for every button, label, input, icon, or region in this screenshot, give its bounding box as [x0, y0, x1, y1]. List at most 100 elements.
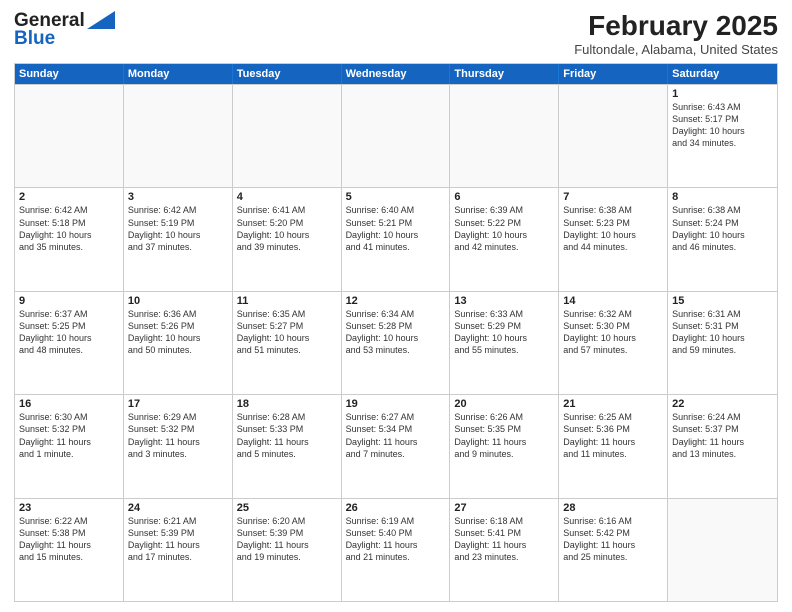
logo-icon	[87, 11, 115, 29]
day-number: 24	[128, 502, 228, 514]
day-info: Sunrise: 6:31 AM Sunset: 5:31 PM Dayligh…	[672, 308, 773, 357]
day-cell-2: 2Sunrise: 6:42 AM Sunset: 5:18 PM Daylig…	[15, 188, 124, 290]
empty-cell-0-4	[450, 85, 559, 187]
day-cell-26: 26Sunrise: 6:19 AM Sunset: 5:40 PM Dayli…	[342, 499, 451, 601]
day-info: Sunrise: 6:16 AM Sunset: 5:42 PM Dayligh…	[563, 515, 663, 564]
calendar: SundayMondayTuesdayWednesdayThursdayFrid…	[14, 63, 778, 602]
weekday-header-tuesday: Tuesday	[233, 64, 342, 84]
day-info: Sunrise: 6:42 AM Sunset: 5:19 PM Dayligh…	[128, 204, 228, 253]
month-title: February 2025	[574, 10, 778, 42]
day-info: Sunrise: 6:20 AM Sunset: 5:39 PM Dayligh…	[237, 515, 337, 564]
day-info: Sunrise: 6:29 AM Sunset: 5:32 PM Dayligh…	[128, 411, 228, 460]
day-info: Sunrise: 6:32 AM Sunset: 5:30 PM Dayligh…	[563, 308, 663, 357]
logo: General Blue	[14, 10, 115, 50]
day-number: 27	[454, 502, 554, 514]
day-cell-8: 8Sunrise: 6:38 AM Sunset: 5:24 PM Daylig…	[668, 188, 777, 290]
day-cell-9: 9Sunrise: 6:37 AM Sunset: 5:25 PM Daylig…	[15, 292, 124, 394]
empty-cell-0-1	[124, 85, 233, 187]
calendar-row-0: 1Sunrise: 6:43 AM Sunset: 5:17 PM Daylig…	[15, 84, 777, 187]
day-number: 23	[19, 502, 119, 514]
day-number: 20	[454, 398, 554, 410]
day-cell-11: 11Sunrise: 6:35 AM Sunset: 5:27 PM Dayli…	[233, 292, 342, 394]
weekday-header-friday: Friday	[559, 64, 668, 84]
day-info: Sunrise: 6:40 AM Sunset: 5:21 PM Dayligh…	[346, 204, 446, 253]
day-info: Sunrise: 6:42 AM Sunset: 5:18 PM Dayligh…	[19, 204, 119, 253]
day-number: 13	[454, 295, 554, 307]
day-cell-10: 10Sunrise: 6:36 AM Sunset: 5:26 PM Dayli…	[124, 292, 233, 394]
day-number: 28	[563, 502, 663, 514]
day-info: Sunrise: 6:36 AM Sunset: 5:26 PM Dayligh…	[128, 308, 228, 357]
day-number: 10	[128, 295, 228, 307]
day-info: Sunrise: 6:33 AM Sunset: 5:29 PM Dayligh…	[454, 308, 554, 357]
day-info: Sunrise: 6:18 AM Sunset: 5:41 PM Dayligh…	[454, 515, 554, 564]
day-info: Sunrise: 6:30 AM Sunset: 5:32 PM Dayligh…	[19, 411, 119, 460]
day-number: 17	[128, 398, 228, 410]
empty-cell-4-6	[668, 499, 777, 601]
day-cell-23: 23Sunrise: 6:22 AM Sunset: 5:38 PM Dayli…	[15, 499, 124, 601]
day-info: Sunrise: 6:21 AM Sunset: 5:39 PM Dayligh…	[128, 515, 228, 564]
calendar-row-2: 9Sunrise: 6:37 AM Sunset: 5:25 PM Daylig…	[15, 291, 777, 394]
empty-cell-0-3	[342, 85, 451, 187]
day-info: Sunrise: 6:38 AM Sunset: 5:23 PM Dayligh…	[563, 204, 663, 253]
day-cell-25: 25Sunrise: 6:20 AM Sunset: 5:39 PM Dayli…	[233, 499, 342, 601]
empty-cell-0-5	[559, 85, 668, 187]
day-number: 14	[563, 295, 663, 307]
weekday-header-monday: Monday	[124, 64, 233, 84]
empty-cell-0-0	[15, 85, 124, 187]
calendar-row-4: 23Sunrise: 6:22 AM Sunset: 5:38 PM Dayli…	[15, 498, 777, 601]
day-cell-28: 28Sunrise: 6:16 AM Sunset: 5:42 PM Dayli…	[559, 499, 668, 601]
logo-blue: Blue	[14, 28, 55, 50]
day-number: 18	[237, 398, 337, 410]
day-cell-17: 17Sunrise: 6:29 AM Sunset: 5:32 PM Dayli…	[124, 395, 233, 497]
day-info: Sunrise: 6:27 AM Sunset: 5:34 PM Dayligh…	[346, 411, 446, 460]
day-cell-6: 6Sunrise: 6:39 AM Sunset: 5:22 PM Daylig…	[450, 188, 559, 290]
day-cell-15: 15Sunrise: 6:31 AM Sunset: 5:31 PM Dayli…	[668, 292, 777, 394]
day-number: 6	[454, 191, 554, 203]
calendar-body: 1Sunrise: 6:43 AM Sunset: 5:17 PM Daylig…	[15, 84, 777, 601]
day-number: 7	[563, 191, 663, 203]
day-info: Sunrise: 6:41 AM Sunset: 5:20 PM Dayligh…	[237, 204, 337, 253]
day-cell-22: 22Sunrise: 6:24 AM Sunset: 5:37 PM Dayli…	[668, 395, 777, 497]
day-number: 19	[346, 398, 446, 410]
day-cell-18: 18Sunrise: 6:28 AM Sunset: 5:33 PM Dayli…	[233, 395, 342, 497]
day-number: 11	[237, 295, 337, 307]
weekday-header-saturday: Saturday	[668, 64, 777, 84]
day-cell-7: 7Sunrise: 6:38 AM Sunset: 5:23 PM Daylig…	[559, 188, 668, 290]
day-info: Sunrise: 6:22 AM Sunset: 5:38 PM Dayligh…	[19, 515, 119, 564]
calendar-header: SundayMondayTuesdayWednesdayThursdayFrid…	[15, 64, 777, 84]
day-cell-13: 13Sunrise: 6:33 AM Sunset: 5:29 PM Dayli…	[450, 292, 559, 394]
calendar-row-1: 2Sunrise: 6:42 AM Sunset: 5:18 PM Daylig…	[15, 187, 777, 290]
day-number: 5	[346, 191, 446, 203]
day-cell-3: 3Sunrise: 6:42 AM Sunset: 5:19 PM Daylig…	[124, 188, 233, 290]
day-number: 4	[237, 191, 337, 203]
weekday-header-wednesday: Wednesday	[342, 64, 451, 84]
day-info: Sunrise: 6:38 AM Sunset: 5:24 PM Dayligh…	[672, 204, 773, 253]
day-number: 26	[346, 502, 446, 514]
day-cell-21: 21Sunrise: 6:25 AM Sunset: 5:36 PM Dayli…	[559, 395, 668, 497]
title-block: February 2025 Fultondale, Alabama, Unite…	[574, 10, 778, 57]
day-number: 22	[672, 398, 773, 410]
day-number: 12	[346, 295, 446, 307]
calendar-row-3: 16Sunrise: 6:30 AM Sunset: 5:32 PM Dayli…	[15, 394, 777, 497]
day-cell-16: 16Sunrise: 6:30 AM Sunset: 5:32 PM Dayli…	[15, 395, 124, 497]
day-info: Sunrise: 6:28 AM Sunset: 5:33 PM Dayligh…	[237, 411, 337, 460]
day-info: Sunrise: 6:25 AM Sunset: 5:36 PM Dayligh…	[563, 411, 663, 460]
empty-cell-0-2	[233, 85, 342, 187]
day-number: 1	[672, 88, 773, 100]
day-number: 3	[128, 191, 228, 203]
location: Fultondale, Alabama, United States	[574, 42, 778, 57]
day-cell-24: 24Sunrise: 6:21 AM Sunset: 5:39 PM Dayli…	[124, 499, 233, 601]
day-cell-5: 5Sunrise: 6:40 AM Sunset: 5:21 PM Daylig…	[342, 188, 451, 290]
day-info: Sunrise: 6:34 AM Sunset: 5:28 PM Dayligh…	[346, 308, 446, 357]
day-cell-1: 1Sunrise: 6:43 AM Sunset: 5:17 PM Daylig…	[668, 85, 777, 187]
day-cell-20: 20Sunrise: 6:26 AM Sunset: 5:35 PM Dayli…	[450, 395, 559, 497]
day-info: Sunrise: 6:35 AM Sunset: 5:27 PM Dayligh…	[237, 308, 337, 357]
day-number: 15	[672, 295, 773, 307]
weekday-header-thursday: Thursday	[450, 64, 559, 84]
page: General Blue February 2025 Fultondale, A…	[0, 0, 792, 612]
day-info: Sunrise: 6:24 AM Sunset: 5:37 PM Dayligh…	[672, 411, 773, 460]
header: General Blue February 2025 Fultondale, A…	[14, 10, 778, 57]
weekday-header-sunday: Sunday	[15, 64, 124, 84]
day-number: 9	[19, 295, 119, 307]
day-info: Sunrise: 6:19 AM Sunset: 5:40 PM Dayligh…	[346, 515, 446, 564]
